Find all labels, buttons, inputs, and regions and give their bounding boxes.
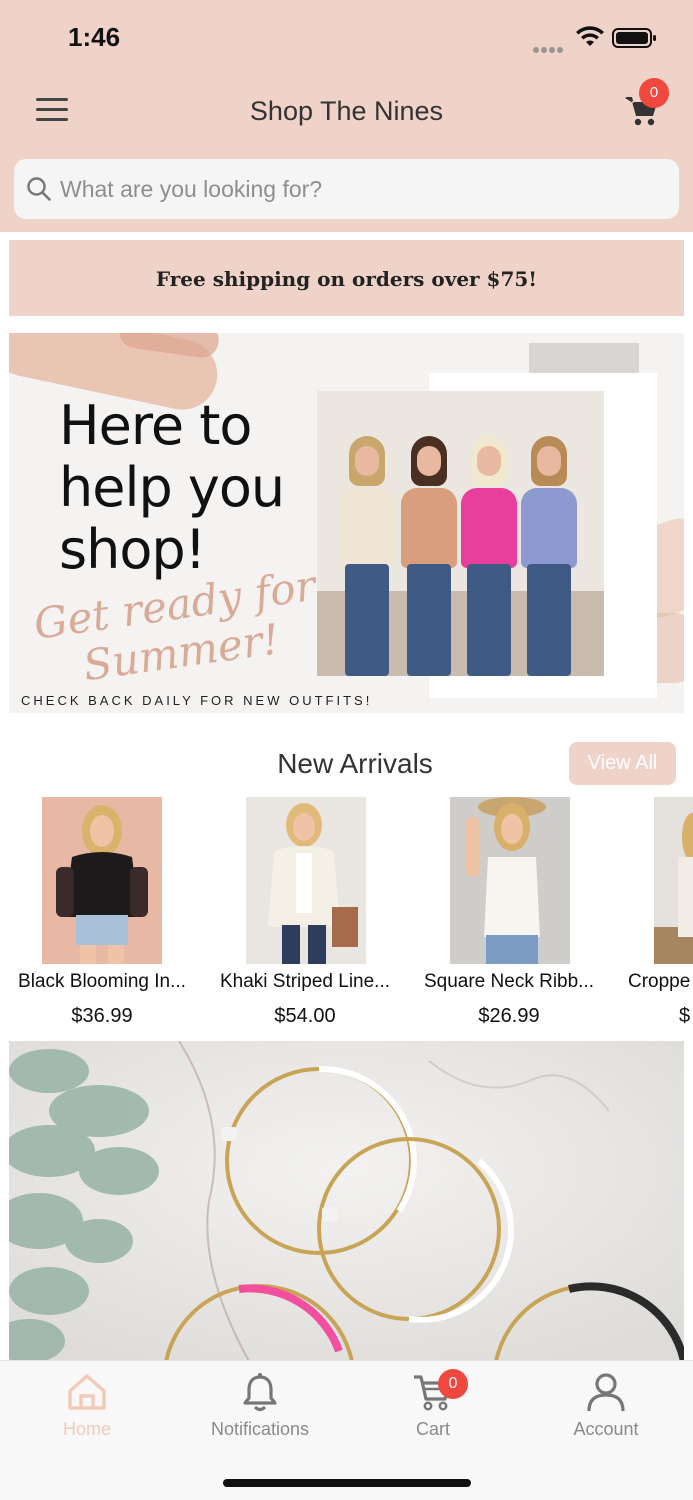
product-price: $26.99	[478, 1005, 540, 1027]
product-name: Khaki Striped Line...	[219, 971, 391, 992]
jewelry-photo	[9, 1041, 684, 1361]
product-image	[654, 797, 693, 964]
product-card[interactable]: Croppe $	[613, 797, 693, 1032]
brush-stroke-decoration	[529, 343, 639, 373]
product-image	[42, 797, 162, 964]
product-price: $54.00	[274, 1005, 336, 1027]
product-image	[450, 797, 570, 964]
tab-label: Cart	[415, 1419, 450, 1439]
search-bar[interactable]	[14, 159, 679, 219]
tab-home[interactable]: Home	[17, 1371, 157, 1451]
promo-banner[interactable]: Free shipping on orders over $75!	[9, 240, 684, 316]
product-card[interactable]: Square Neck Ribb... $26.99	[409, 797, 609, 1032]
signal-icon	[533, 40, 567, 53]
hero-headline-line: Here to	[59, 394, 252, 457]
product-name: Square Neck Ribb...	[423, 971, 595, 992]
tab-label: Account	[573, 1419, 639, 1439]
search-icon	[27, 177, 51, 201]
hero-caption: CHECK BACK DAILY FOR NEW OUTFITS!	[21, 693, 373, 708]
user-icon	[587, 1373, 625, 1412]
hero-banner[interactable]: Here to help you shop! Get ready for Sum…	[9, 333, 684, 713]
product-card[interactable]: Black Blooming In... $36.99	[2, 797, 202, 1032]
product-carousel[interactable]: Black Blooming In... $36.99 Khaki Stripe…	[0, 797, 693, 1032]
wifi-icon	[576, 26, 604, 46]
view-all-button[interactable]: View All	[569, 742, 676, 785]
search-input[interactable]	[60, 159, 660, 219]
product-name: Black Blooming In...	[18, 971, 186, 992]
tab-label: Notifications	[210, 1419, 310, 1439]
cart-count-badge: 0	[438, 1369, 468, 1399]
home-icon	[68, 1374, 106, 1410]
status-time: 1:46	[68, 22, 121, 52]
product-image	[246, 797, 366, 964]
hero-headline-line: help you	[59, 456, 285, 519]
page-title: Shop The Nines	[249, 96, 444, 126]
status-bar: 1:46	[0, 0, 693, 72]
product-price: $	[679, 1005, 691, 1027]
jewelry-banner[interactable]	[9, 1041, 684, 1361]
product-price: $36.99	[71, 1005, 133, 1027]
tab-cart[interactable]: Cart 0	[363, 1369, 503, 1451]
tab-account[interactable]: Account	[536, 1371, 676, 1451]
home-indicator	[223, 1479, 471, 1487]
product-name: Croppe	[628, 971, 691, 992]
product-card[interactable]: Khaki Striped Line... $54.00	[205, 797, 405, 1032]
hero-headline: Here to help you shop!	[59, 394, 285, 581]
tab-notifications[interactable]: Notifications	[190, 1371, 330, 1451]
battery-icon	[612, 28, 656, 48]
app-header: Shop The Nines 0	[0, 72, 693, 232]
tab-label: Home	[62, 1419, 111, 1439]
cart-count-badge: 0	[639, 78, 669, 108]
hero-photo	[317, 391, 604, 676]
bell-icon	[243, 1373, 277, 1412]
